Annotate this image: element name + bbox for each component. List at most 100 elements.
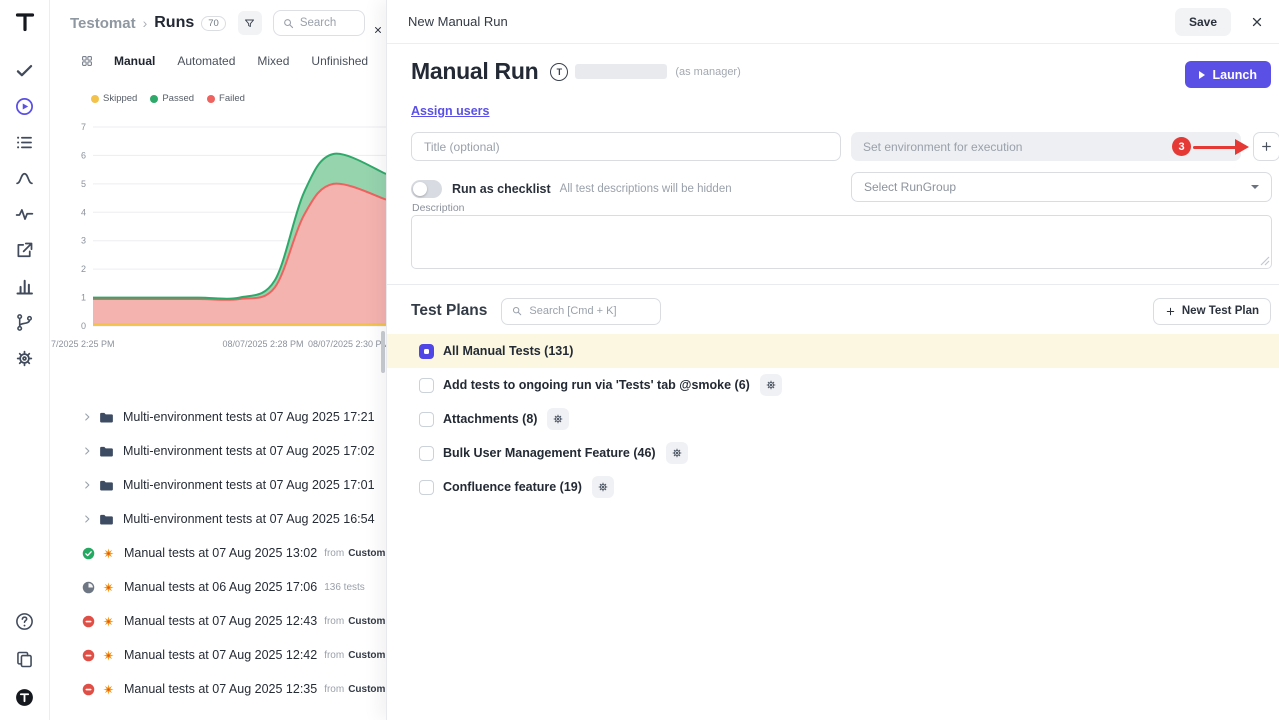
legend-passed[interactable]: Passed	[150, 93, 194, 104]
run-as-checklist-toggle[interactable]	[411, 180, 442, 198]
run-list-item[interactable]: Multi-environment tests at 07 Aug 2025 1…	[50, 502, 386, 536]
runs-panel: Testomat › Runs 70 Manual Automated Mixed U…	[50, 0, 386, 720]
test-plan-row[interactable]: All Manual Tests (131)	[387, 334, 1279, 368]
test-plan-settings-button[interactable]	[592, 476, 614, 498]
run-list-item[interactable]: Multi-environment tests at 07 Aug 2025 1…	[50, 400, 386, 434]
run-list-item[interactable]: Manual tests at 07 Aug 2025 13:02 fromCu…	[50, 536, 386, 570]
run-item-icons	[81, 614, 116, 629]
run-label: Multi-environment tests at 07 Aug 2025 1…	[123, 478, 375, 492]
runs-search[interactable]	[273, 10, 365, 36]
resize-handle-icon[interactable]	[1260, 256, 1270, 266]
plus-icon	[1260, 140, 1273, 153]
run-label: Multi-environment tests at 07 Aug 2025 1…	[123, 410, 375, 424]
test-plan-row[interactable]: Attachments (8)	[387, 402, 1279, 436]
close-panel-button[interactable]	[1245, 10, 1269, 34]
annotation-arrow-icon	[1193, 139, 1249, 155]
test-plan-checkbox[interactable]	[419, 344, 434, 359]
description-textarea[interactable]	[411, 215, 1272, 269]
status-failed-icon	[81, 614, 96, 629]
run-meta: fromCustom	[324, 650, 385, 661]
rail-branch-button[interactable]	[10, 309, 40, 335]
test-plan-settings-button[interactable]	[547, 408, 569, 430]
test-plan-search-input[interactable]	[529, 305, 641, 317]
rail-pulse-button[interactable]	[10, 201, 40, 227]
rail-chart-button[interactable]	[10, 273, 40, 299]
add-environment-button[interactable]	[1253, 132, 1279, 161]
test-plan-row[interactable]: Bulk User Management Feature (46)	[387, 436, 1279, 470]
checklist-row: Run as checklist All test descriptions w…	[411, 174, 732, 203]
rail-logo-t-button[interactable]	[10, 9, 40, 35]
icon-rail	[0, 0, 50, 720]
run-item-icons	[81, 443, 115, 460]
runs-panel-scrollbar[interactable]	[381, 331, 385, 373]
rail-logo-badge-button[interactable]	[10, 684, 40, 710]
breadcrumb-app[interactable]: Testomat	[70, 15, 136, 32]
test-plan-checkbox[interactable]	[419, 446, 434, 461]
new-test-plan-button[interactable]: New Test Plan	[1153, 298, 1271, 325]
rail-help-button[interactable]	[10, 608, 40, 634]
breadcrumb-separator: ›	[143, 15, 148, 31]
plus-icon	[1165, 306, 1176, 317]
run-label: Manual tests at 07 Aug 2025 12:43	[124, 614, 317, 628]
status-progress-icon	[81, 580, 96, 595]
status-failed-icon	[81, 648, 96, 663]
rail-check-button[interactable]	[10, 57, 40, 83]
test-plan-checkbox[interactable]	[419, 412, 434, 427]
run-label: Manual tests at 07 Aug 2025 12:42	[124, 648, 317, 662]
run-list-item[interactable]: Multi-environment tests at 07 Aug 2025 1…	[50, 468, 386, 502]
run-list-item[interactable]: Multi-environment tests at 07 Aug 2025 1…	[50, 434, 386, 468]
run-list-item[interactable]: Manual tests at 06 Aug 2025 17:06 136 te…	[50, 570, 386, 604]
chart-icon	[14, 276, 35, 297]
legend-skipped[interactable]: Skipped	[91, 93, 137, 104]
svg-text:6: 6	[81, 150, 86, 160]
launch-button[interactable]: Launch	[1185, 61, 1271, 88]
folder-icon	[98, 477, 115, 494]
rail-export-button[interactable]	[10, 237, 40, 263]
test-plan-checkbox[interactable]	[419, 378, 434, 393]
runs-header: Testomat › Runs 70	[50, 8, 386, 38]
group-view-icon[interactable]	[80, 54, 94, 68]
rail-gear-button[interactable]	[10, 345, 40, 371]
run-meta: 136 tests	[324, 582, 365, 593]
close-icon	[1250, 15, 1264, 29]
new-test-plan-label: New Test Plan	[1182, 305, 1259, 317]
chevron-down-icon	[1251, 185, 1259, 189]
test-plan-search[interactable]	[501, 298, 661, 325]
test-plan-settings-button[interactable]	[666, 442, 688, 464]
legend-failed[interactable]: Failed	[207, 93, 245, 104]
test-plan-row[interactable]: Add tests to ongoing run via 'Tests' tab…	[387, 368, 1279, 402]
tab-manual[interactable]: Manual	[114, 54, 155, 68]
run-title: Manual Run	[411, 58, 538, 85]
run-list-item[interactable]: Manual tests at 07 Aug 2025 12:35 fromCu…	[50, 672, 386, 706]
rail-analytics-button[interactable]	[10, 165, 40, 191]
run-item-icons	[81, 511, 115, 528]
run-item-icons	[81, 409, 115, 426]
test-plan-checkbox[interactable]	[419, 480, 434, 495]
test-plan-settings-button[interactable]	[760, 374, 782, 396]
save-button[interactable]: Save	[1175, 8, 1231, 36]
svg-text:08/07/2025 2:30 PM: 08/07/2025 2:30 PM	[308, 339, 386, 349]
run-list-item[interactable]: Manual tests at 07 Aug 2025 12:43 fromCu…	[50, 604, 386, 638]
filter-button[interactable]	[238, 11, 262, 35]
gear-icon	[14, 348, 35, 369]
test-plan-row[interactable]: Confluence feature (19)	[387, 470, 1279, 504]
chevron-right-icon	[81, 445, 93, 457]
test-plans-header: Test Plans New Test Plan	[387, 296, 1279, 326]
svg-text:08/07/2025 2:28 PM: 08/07/2025 2:28 PM	[222, 339, 303, 349]
tab-unfinished[interactable]: Unfinished	[311, 54, 368, 68]
run-list-item[interactable]: Manual tests at 07 Aug 2025 12:42 fromCu…	[50, 638, 386, 672]
run-title-input[interactable]	[411, 132, 841, 161]
rail-runs-play-button[interactable]	[10, 93, 40, 119]
rail-list-button[interactable]	[10, 129, 40, 155]
toggle-knob	[413, 182, 427, 196]
runs-search-input[interactable]	[300, 17, 348, 29]
rail-copy-button[interactable]	[10, 646, 40, 672]
svg-text:2: 2	[81, 264, 86, 274]
clear-search-button[interactable]	[368, 20, 388, 40]
folder-icon	[98, 511, 115, 528]
folder-icon	[98, 409, 115, 426]
tab-automated[interactable]: Automated	[177, 54, 235, 68]
rungroup-select[interactable]: Select RunGroup	[851, 172, 1272, 202]
assign-users-link[interactable]: Assign users	[411, 104, 490, 118]
tab-mixed[interactable]: Mixed	[257, 54, 289, 68]
